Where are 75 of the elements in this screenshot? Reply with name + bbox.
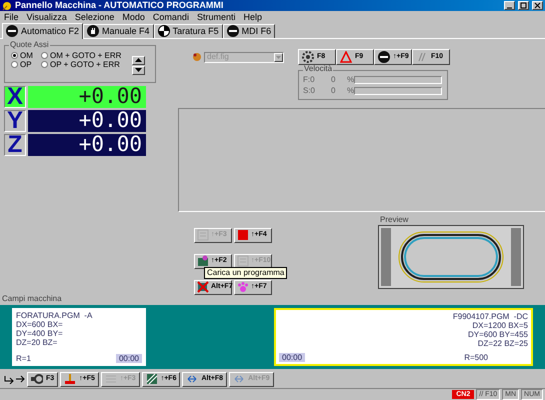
app-icon <box>2 0 12 11</box>
group-title: Quote Assi <box>9 38 50 51</box>
list-icon <box>104 373 117 386</box>
arrow-icon <box>15 374 25 384</box>
program-line: DY=600 BY=455 <box>468 330 528 339</box>
menu-item[interactable]: Visualizza <box>26 12 67 22</box>
tooltip: Carica un programma <box>204 266 288 279</box>
axis-label: X <box>4 86 26 108</box>
program-field[interactable]: F9904107.PGM -DC DX=1200 BX=5 DY=600 BY=455 DZ=22 BZ=25 00:00 R=500 <box>274 308 533 366</box>
menu-item[interactable]: Selezione <box>74 12 114 22</box>
repeat-count: R=1 <box>16 354 31 363</box>
scroll-down-button[interactable] <box>132 66 145 75</box>
program-line: FORATURA.PGM -A <box>16 310 92 320</box>
axis-value: +0.00 <box>28 110 146 132</box>
program-icon <box>197 255 209 268</box>
up-arrow-icon <box>135 58 142 62</box>
maximize-icon <box>520 2 527 10</box>
maximize-button[interactable] <box>518 1 529 10</box>
gear-icon <box>302 50 314 63</box>
menu-item[interactable]: Modo <box>122 12 145 22</box>
menu-item[interactable]: File <box>4 12 19 22</box>
radio-option[interactable]: OP + GOTO + ERR <box>41 60 131 69</box>
program-line: DX=1200 BX=5 <box>472 320 528 330</box>
program-line: DZ=20 BZ= <box>16 338 58 347</box>
slash-icon <box>416 50 428 63</box>
section-title: Campi macchina <box>2 294 63 305</box>
return-arrow-icon <box>4 374 14 384</box>
document-icon <box>197 229 209 242</box>
menu-item[interactable]: Strumenti <box>196 12 236 22</box>
fig-icon <box>192 52 202 62</box>
stamp-icon <box>64 373 76 386</box>
program-line: DX=600 BX= <box>16 320 63 329</box>
menu-item[interactable]: Help <box>243 12 262 22</box>
mode-tab[interactable]: Taratura F5 <box>154 24 223 38</box>
close-icon <box>534 2 541 10</box>
time-label: 00:00 <box>279 352 306 362</box>
axis-value: +0.00 <box>28 134 146 156</box>
paw-icon <box>237 281 249 294</box>
radio-option[interactable]: OM <box>11 52 41 60</box>
speed-label: S:0 <box>303 87 316 96</box>
program-field[interactable]: FORATURA.PGM -A DX=600 BX= DY=400 BY= DZ=20 BZ= R=1 00:00 <box>12 308 146 366</box>
program-line: DY=400 BY= <box>16 328 63 338</box>
close-button[interactable] <box>532 1 543 10</box>
axis-label: Z <box>4 134 26 156</box>
time-label: 00:00 <box>116 354 142 363</box>
hatch-icon <box>146 373 158 386</box>
mode-tab[interactable]: Automatico F2 <box>2 22 84 39</box>
mode-tab[interactable]: MDI F6 <box>222 24 276 38</box>
window-title: Pannello Macchina - AUTOMATICO PROGRAMMI <box>15 1 224 10</box>
disc-icon <box>378 50 390 63</box>
cross-icon <box>197 281 209 294</box>
speed-value: 0 <box>331 87 336 96</box>
menu-item[interactable]: Comandi <box>152 12 189 22</box>
unit-label: % <box>347 87 354 96</box>
repeat-count: R=500 <box>464 352 488 362</box>
speed-value: 0 <box>331 76 336 84</box>
preview-title: Preview <box>380 216 410 224</box>
scroll-up-button[interactable] <box>132 56 145 65</box>
square-icon <box>237 229 249 242</box>
warning-icon <box>340 50 352 63</box>
tool-icon <box>31 373 43 386</box>
down-arrow-icon <box>135 68 142 72</box>
mode-tab[interactable]: Manuale F4 <box>83 24 154 38</box>
axis-label: Y <box>4 110 26 132</box>
unit-label: % <box>347 76 354 84</box>
radio-option[interactable]: OM + GOTO + ERR <box>41 52 131 60</box>
program-line: DZ=22 BZ=25 <box>478 338 528 348</box>
program-line: F9904107.PGM -DC <box>452 312 528 321</box>
disc-icon <box>6 25 18 38</box>
document-icon <box>237 255 249 268</box>
dropdown-arrow-icon <box>276 56 281 59</box>
axis-value: +0.00 <box>28 86 146 108</box>
radio-option[interactable]: OP <box>11 60 41 69</box>
speed-label: F:0 <box>303 76 316 84</box>
minimize-button[interactable] <box>504 1 515 10</box>
